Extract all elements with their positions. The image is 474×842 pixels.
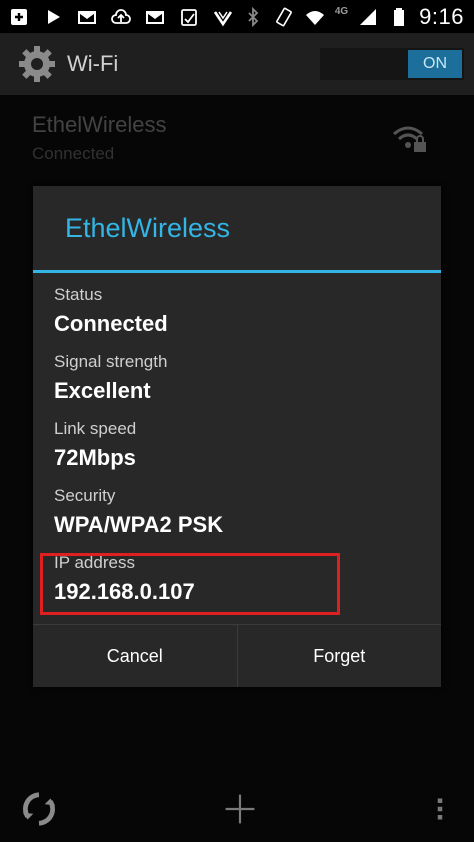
rotate-icon bbox=[273, 6, 295, 28]
gmail-icon bbox=[144, 6, 166, 28]
field-label: Status bbox=[54, 285, 103, 304]
clock: 9:16 bbox=[419, 3, 464, 29]
network-type: 4G bbox=[334, 6, 349, 17]
link-speed-field: Link speed 72Mbps bbox=[54, 419, 441, 471]
checkmark-icon bbox=[212, 6, 234, 28]
bluetooth-icon bbox=[242, 6, 264, 28]
battery-icon bbox=[388, 6, 410, 28]
page-title: Wi-Fi bbox=[67, 51, 119, 76]
signal-icon bbox=[357, 6, 379, 28]
status-field: Status Connected bbox=[54, 285, 441, 337]
gear-icon[interactable] bbox=[17, 44, 57, 84]
wifi-toggle[interactable]: ON bbox=[320, 48, 464, 80]
dialog-button-bar: Cancel Forget bbox=[33, 624, 441, 687]
wps-icon[interactable] bbox=[17, 787, 61, 831]
bottom-bar bbox=[0, 775, 474, 842]
ip-address-highlight-box bbox=[40, 553, 340, 615]
field-label: Signal strength bbox=[54, 352, 168, 371]
status-bar: 4G 9:16 bbox=[0, 0, 474, 33]
field-value: WPA/WPA2 PSK bbox=[54, 512, 224, 537]
security-field: Security WPA/WPA2 PSK bbox=[54, 486, 441, 538]
dialog-title: EthelWireless bbox=[65, 212, 231, 243]
field-value: Excellent bbox=[54, 378, 151, 403]
field-value: 72Mbps bbox=[54, 445, 136, 470]
play-icon bbox=[42, 6, 64, 28]
cancel-button[interactable]: Cancel bbox=[33, 625, 237, 687]
field-label: Security bbox=[54, 486, 116, 505]
signal-strength-field: Signal strength Excellent bbox=[54, 352, 441, 404]
cloud-upload-icon bbox=[110, 6, 132, 28]
gmail-icon bbox=[76, 6, 98, 28]
field-label: Link speed bbox=[54, 419, 137, 438]
clipboard-icon bbox=[178, 6, 200, 28]
network-details-dialog: EthelWireless Status Connected Signal st… bbox=[33, 186, 441, 687]
wifi-icon bbox=[304, 6, 326, 28]
plus-box-icon bbox=[8, 6, 30, 28]
add-network-icon[interactable] bbox=[218, 787, 262, 831]
forget-button[interactable]: Forget bbox=[236, 625, 442, 687]
field-value: Connected bbox=[54, 311, 168, 336]
action-bar: Wi-Fi ON bbox=[0, 33, 474, 95]
overflow-menu-icon[interactable] bbox=[418, 787, 462, 831]
toggle-on-label: ON bbox=[408, 50, 462, 78]
